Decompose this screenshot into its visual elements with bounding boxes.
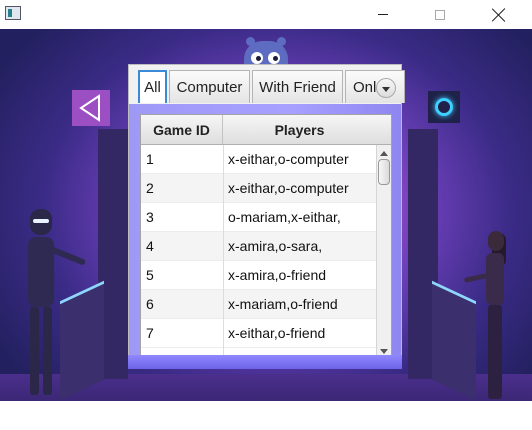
column-header-game-id[interactable]: Game ID [141,115,223,144]
maximize-icon [435,9,445,20]
column-divider [223,145,224,358]
game-id-cell: 3 [146,209,154,225]
players-cell: x-mariam,o-friend [228,296,338,312]
close-icon [492,8,506,22]
minimize-button[interactable] [360,0,406,29]
robot-visor [33,219,49,223]
tab-overflow-button[interactable] [376,78,396,98]
woman-head [488,231,504,251]
woman-figure [463,231,510,401]
tab-all[interactable]: All [138,70,167,103]
scroll-down-icon[interactable] [380,349,388,354]
table-row[interactable]: 1 x-eithar,o-computer [141,145,376,174]
tab-with-friend[interactable]: With Friend [252,70,343,103]
tab-bar: All Computer With Friend Onl [138,70,405,104]
games-table[interactable]: Game ID Players 1 x-eithar,o-computer 2 x-… [140,114,392,359]
game-id-cell: 5 [146,267,154,283]
woman-torso [486,253,504,305]
tab-online[interactable]: Onl [345,70,405,103]
back-arrow-icon [79,94,100,122]
woman-legs [488,305,502,399]
players-cell: x-amira,o-sara, [228,238,323,254]
table-row[interactable]: 5 x-amira,o-friend [141,261,376,290]
players-cell: x-eithar,o-computer [228,180,349,196]
power-button[interactable] [428,91,460,123]
table-row[interactable]: 2 x-eithar,o-computer [141,174,376,203]
table-row[interactable]: 7 x-eithar,o-friend [141,319,376,348]
robot-figure [24,209,87,399]
players-cell: x-eithar,o-friend [228,325,326,341]
tab-computer[interactable]: Computer [169,70,250,103]
right-console [432,280,476,401]
tab-label: Computer [176,78,243,96]
scroll-up-icon[interactable] [380,151,388,156]
scroll-thumb[interactable] [378,159,390,185]
table-row[interactable]: 6 x-mariam,o-friend [141,290,376,319]
maximize-button[interactable] [417,0,463,29]
robot-leg [43,307,52,395]
vertical-scrollbar[interactable] [376,145,391,358]
left-console [60,280,104,401]
mascot-ear [246,37,255,46]
table-header: Game ID Players [141,115,391,145]
minimize-icon [378,14,388,15]
tab-label: All [144,79,161,96]
players-cell: o-mariam,x-eithar, [228,209,341,225]
tab-label: Onl [353,78,377,96]
mascot-eye [268,52,280,64]
close-button[interactable] [476,0,522,29]
players-cell: x-amira,o-friend [228,267,327,283]
game-id-cell: 4 [146,238,154,254]
app-icon [5,6,21,20]
window-bottom [0,401,532,430]
back-button[interactable] [72,90,110,126]
game-id-cell: 1 [146,151,154,167]
column-label: Game ID [153,121,210,138]
panel-bottom-glow [128,355,402,369]
column-label: Players [274,121,325,138]
tab-label: With Friend [259,78,336,96]
robot-leg [30,307,39,395]
title-bar [0,0,532,29]
table-row[interactable]: 3 o-mariam,x-eithar, [141,203,376,232]
column-header-players[interactable]: Players [223,115,376,144]
table-row[interactable]: 4 x-amira,o-sara, [141,232,376,261]
power-icon [435,98,453,116]
game-id-cell: 7 [146,325,154,341]
mascot-eye [251,52,263,64]
game-id-cell: 2 [146,180,154,196]
table-body: 1 x-eithar,o-computer 2 x-eithar,o-compute… [141,145,376,348]
mascot-ear [277,37,286,46]
players-cell: x-eithar,o-computer [228,151,349,167]
game-id-cell: 6 [146,296,154,312]
